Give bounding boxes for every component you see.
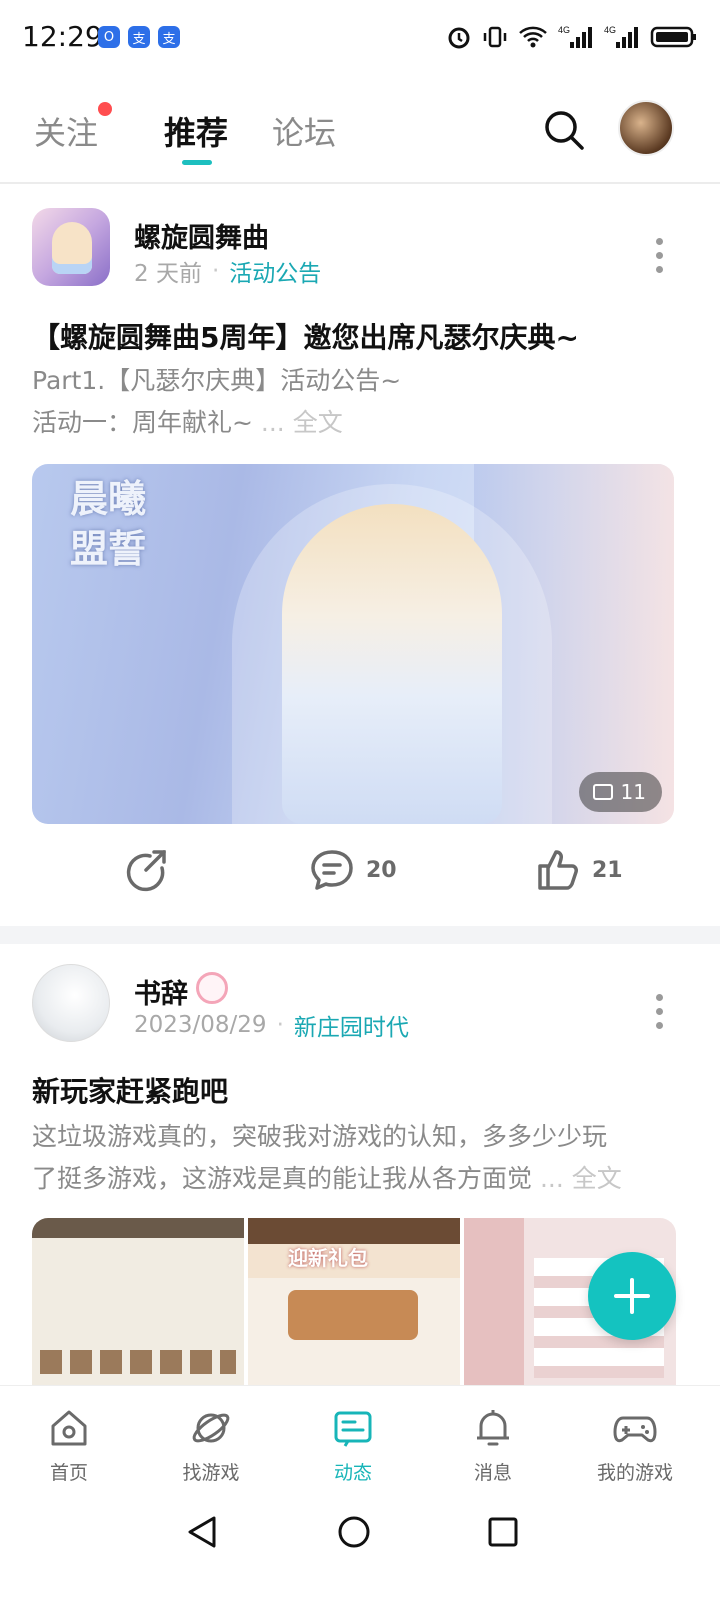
- user-avatar[interactable]: [32, 964, 110, 1042]
- wifi-icon: [519, 26, 547, 48]
- battery-icon: [650, 26, 696, 48]
- thumbs-up-icon: [538, 850, 578, 890]
- more-options-icon[interactable]: [656, 238, 664, 280]
- image-character: [282, 504, 502, 824]
- post-meta: 2023/08/29 · 新庄园时代: [134, 1008, 409, 1042]
- image-count: 11: [620, 780, 646, 804]
- excerpt-line: 了挺多游戏，这游戏是真的能让我从各方面觉: [32, 1164, 533, 1193]
- post-image[interactable]: [248, 1218, 460, 1388]
- signal-icon: 4G: [558, 25, 592, 48]
- home-circle-icon[interactable]: [336, 1514, 372, 1550]
- bottom-nav: 首页 找游戏 动态 消息 我的游戏: [0, 1386, 720, 1496]
- like-count: 21: [592, 857, 623, 883]
- home-icon: [51, 1410, 87, 1446]
- image-count-badge: 11: [578, 772, 662, 812]
- excerpt-line: 活动一：周年献礼~: [32, 408, 253, 437]
- tab-forum[interactable]: 论坛: [272, 108, 336, 154]
- game-avatar[interactable]: [32, 208, 110, 286]
- meta-separator: ·: [276, 1012, 284, 1038]
- network-type-label: 4G: [604, 25, 616, 35]
- status-bar: 12:29 O 支 支 4G 4G: [0, 0, 720, 80]
- nav-item-messages[interactable]: 消息: [438, 1406, 548, 1485]
- comment-count: 20: [366, 857, 397, 883]
- post-time: 2 天前: [134, 261, 202, 287]
- nav-item-feed[interactable]: 动态: [298, 1406, 408, 1485]
- alipay-notification-icon: 支: [158, 26, 180, 48]
- create-post-button[interactable]: [588, 1252, 676, 1340]
- user-level-badge-icon: [196, 972, 228, 1004]
- post-image[interactable]: [32, 1218, 244, 1388]
- nav-label: 动态: [333, 1462, 372, 1484]
- post-excerpt[interactable]: 这垃圾游戏真的，突破我对游戏的认知，多多少少玩 了挺多游戏，这游戏是真的能让我从…: [32, 1116, 672, 1200]
- post-author[interactable]: 螺旋圆舞曲: [134, 216, 269, 255]
- nav-label: 找游戏: [182, 1462, 240, 1484]
- post-title[interactable]: 新玩家赶紧跑吧: [32, 1070, 692, 1110]
- tab-label: 推荐: [164, 114, 229, 152]
- search-icon[interactable]: [540, 106, 590, 156]
- more-options-icon[interactable]: [656, 994, 664, 1036]
- post-title[interactable]: 【螺旋圆舞曲5周年】邀您出席凡瑟尔庆典~: [32, 316, 692, 356]
- system-navigation-bar: [0, 1496, 720, 1600]
- tab-following[interactable]: 关注: [34, 102, 113, 154]
- user-avatar[interactable]: [618, 100, 674, 156]
- tab-label: 论坛: [272, 114, 337, 152]
- meta-separator: ·: [211, 258, 220, 284]
- share-icon: [126, 850, 166, 892]
- feed-icon: [334, 1411, 372, 1447]
- post-tag[interactable]: 活动公告: [229, 254, 321, 288]
- alarm-icon: [448, 27, 470, 49]
- network-type-label: 4G: [558, 25, 570, 35]
- alipay-notification-icon: 支: [128, 26, 150, 48]
- nav-item-find-games[interactable]: 找游戏: [156, 1406, 266, 1485]
- post-card[interactable]: 书辞 2023/08/29 · 新庄园时代 新玩家赶紧跑吧 这垃圾游戏真的，突破…: [0, 944, 720, 1424]
- bell-icon: [477, 1410, 509, 1446]
- nav-label: 我的游戏: [596, 1462, 673, 1484]
- gallery-icon: [592, 784, 613, 800]
- recents-icon[interactable]: [486, 1514, 520, 1550]
- comment-button[interactable]: 20: [310, 848, 397, 892]
- image-calligraphy: 晨曦盟誓: [70, 476, 147, 571]
- read-more-link[interactable]: ... 全文: [540, 1164, 622, 1193]
- post-tag[interactable]: 新庄园时代: [294, 1008, 409, 1042]
- back-icon[interactable]: [186, 1514, 220, 1550]
- post-image-grid: [32, 1218, 676, 1388]
- vibrate-icon: [483, 26, 507, 48]
- top-tab-bar: 关注 推荐 论坛: [0, 88, 720, 184]
- planet-icon: [192, 1413, 230, 1443]
- share-button[interactable]: [124, 848, 168, 892]
- post-separator: [0, 926, 720, 944]
- excerpt-line: Part1.【凡瑟尔庆典】活动公告~: [32, 366, 402, 395]
- post-time: 2023/08/29: [134, 1012, 267, 1038]
- status-time: 12:29: [22, 20, 103, 53]
- active-tab-indicator: [182, 160, 212, 165]
- unread-dot: [98, 102, 113, 116]
- tab-recommended[interactable]: 推荐: [164, 108, 228, 154]
- tab-label: 关注: [34, 114, 99, 152]
- post-image[interactable]: 晨曦盟誓 11: [32, 464, 674, 824]
- like-button[interactable]: 21: [536, 848, 623, 892]
- excerpt-line: 这垃圾游戏真的，突破我对游戏的认知，多多少少玩: [32, 1122, 608, 1151]
- comment-icon: [311, 850, 353, 890]
- gamepad-icon: [613, 1416, 657, 1443]
- status-indicators: 4G 4G: [446, 24, 698, 50]
- signal-icon: 4G: [604, 25, 638, 48]
- nav-item-my-games[interactable]: 我的游戏: [580, 1406, 690, 1485]
- nav-label: 首页: [49, 1462, 88, 1484]
- post-card[interactable]: 螺旋圆舞曲 2 天前 · 活动公告 【螺旋圆舞曲5周年】邀您出席凡瑟尔庆典~ P…: [0, 186, 720, 926]
- post-actions: 20 21: [0, 848, 720, 898]
- post-meta: 2 天前 · 活动公告: [134, 254, 321, 288]
- post-excerpt[interactable]: Part1.【凡瑟尔庆典】活动公告~ 活动一：周年献礼~ ... 全文: [32, 360, 692, 444]
- nav-label: 消息: [473, 1462, 512, 1484]
- nav-item-home[interactable]: 首页: [14, 1406, 124, 1485]
- read-more-link[interactable]: ... 全文: [261, 408, 343, 437]
- app-notification-icon: O: [98, 26, 120, 48]
- status-app-icons: O 支 支: [98, 26, 180, 48]
- post-author[interactable]: 书辞: [134, 972, 188, 1011]
